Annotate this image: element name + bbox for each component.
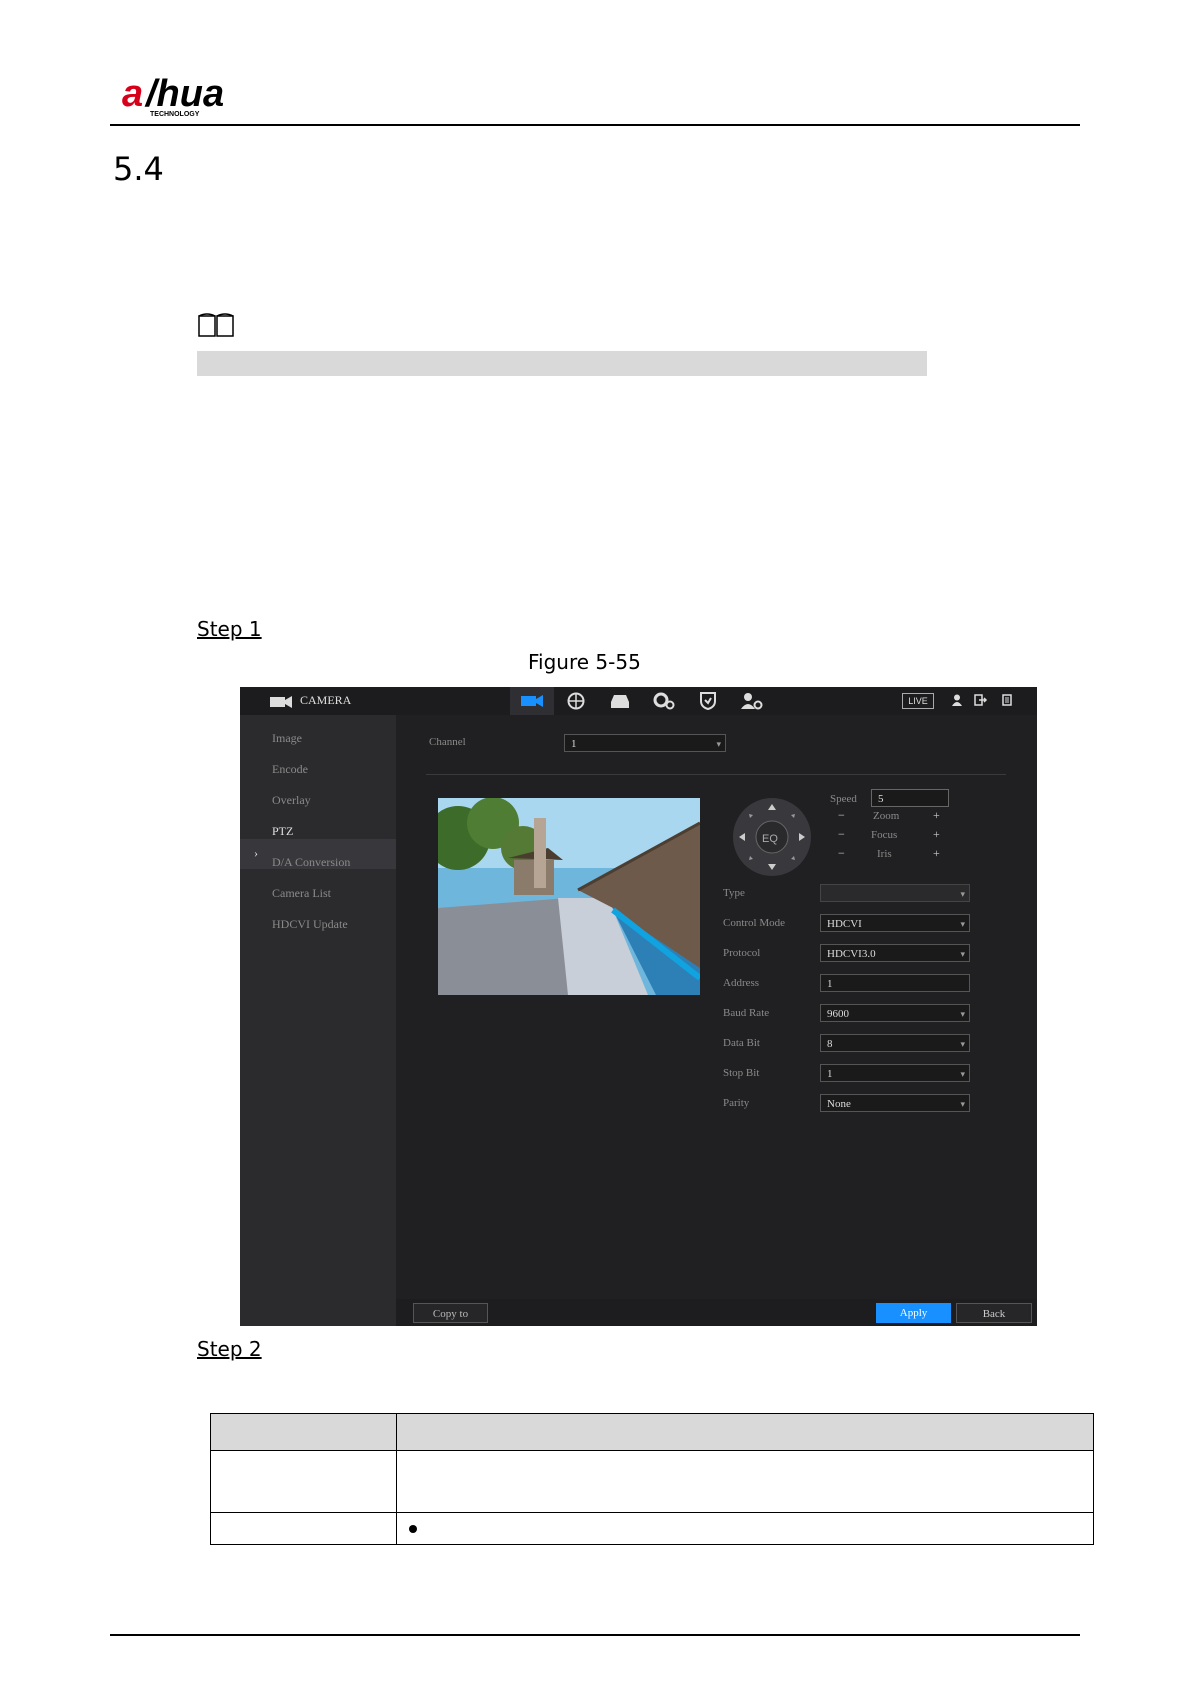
- user-icon[interactable]: [952, 694, 962, 706]
- baud-rate-label: Baud Rate: [723, 1007, 770, 1019]
- focus-minus-button[interactable]: −: [838, 827, 845, 842]
- address-input[interactable]: 1: [820, 974, 970, 992]
- camera-icon[interactable]: [510, 687, 554, 715]
- step-1-label: Step 1: [197, 617, 262, 641]
- control-mode-label: Control Mode: [723, 917, 786, 929]
- protocol-label: Protocol: [723, 947, 761, 959]
- table-header-row: [210, 1413, 1094, 1451]
- focus-label: Focus: [871, 829, 898, 841]
- live-button[interactable]: LIVE: [902, 693, 934, 709]
- table-header-cell: [210, 1413, 397, 1451]
- speed-input[interactable]: 5: [871, 789, 949, 807]
- address-label: Address: [723, 977, 760, 989]
- footer-rule: [110, 1634, 1080, 1636]
- sidebar-item-ptz[interactable]: PTZ: [272, 824, 293, 839]
- table-row: [210, 1450, 1094, 1513]
- parameter-table: [210, 1413, 1094, 1545]
- svg-text:a: a: [122, 73, 143, 115]
- sidebar-item-encode[interactable]: Encode: [272, 762, 308, 777]
- channel-label: Channel: [429, 736, 466, 748]
- parity-label: Parity: [723, 1097, 750, 1109]
- sidebar-item-overlay[interactable]: Overlay: [272, 793, 311, 808]
- window-title: CAMERA: [300, 693, 352, 707]
- svg-text:TECHNOLOGY: TECHNOLOGY: [150, 111, 200, 118]
- bottom-bar: Copy to Apply Back: [396, 1299, 1037, 1326]
- stop-bit-select[interactable]: 1: [820, 1064, 970, 1083]
- sidebar-item-camera-list[interactable]: Camera List: [272, 886, 331, 901]
- network-icon[interactable]: [554, 687, 598, 715]
- protocol-select[interactable]: HDCVI3.0: [820, 944, 970, 963]
- parity-select[interactable]: None: [820, 1094, 970, 1113]
- zoom-plus-button[interactable]: +: [933, 808, 940, 823]
- speed-label: Speed: [830, 793, 857, 805]
- account-icon[interactable]: [730, 687, 774, 715]
- top-bar: CAMERA LIVE: [240, 687, 1037, 715]
- data-bit-select[interactable]: 8: [820, 1034, 970, 1053]
- section-number: 5.4: [113, 150, 164, 188]
- type-label: Type: [723, 887, 745, 899]
- bullet-icon: [409, 1524, 417, 1533]
- menu-icon[interactable]: [1002, 694, 1012, 706]
- zoom-minus-button[interactable]: −: [838, 808, 845, 823]
- note-highlight-bar: [197, 351, 927, 376]
- storage-icon[interactable]: [598, 687, 642, 715]
- table-cell: [396, 1512, 1094, 1545]
- system-icon[interactable]: [642, 687, 686, 715]
- ptz-content: Channel 1 EQ Speed 5 − Zoom + −: [396, 715, 1037, 1299]
- type-select: [820, 884, 970, 903]
- sidebar-item-da-conversion[interactable]: D/A Conversion: [272, 855, 350, 870]
- sidebar-item-hdcvi-update[interactable]: HDCVI Update: [272, 917, 348, 932]
- main-menu-icons: [510, 687, 774, 715]
- table-row: [210, 1512, 1094, 1545]
- ptz-settings-screenshot: CAMERA LIVE › Image Encode Overlay PTZ D…: [240, 687, 1037, 1326]
- zoom-label: Zoom: [873, 810, 900, 822]
- table-cell: [210, 1512, 397, 1545]
- header-rule: [110, 124, 1080, 126]
- camera-preview-image: [438, 798, 700, 995]
- ptz-direction-wheel[interactable]: EQ: [732, 797, 812, 877]
- sidebar: › Image Encode Overlay PTZ D/A Conversio…: [240, 715, 396, 1326]
- top-right-icons: [952, 694, 1012, 706]
- channel-select[interactable]: 1: [564, 734, 726, 753]
- stop-bit-label: Stop Bit: [723, 1067, 760, 1079]
- iris-minus-button[interactable]: −: [838, 846, 845, 861]
- step-2-label: Step 2: [197, 1337, 262, 1361]
- figure-caption: Figure 5-55: [528, 650, 641, 674]
- dahua-logo: a /hua TECHNOLOGY: [122, 73, 224, 118]
- data-bit-label: Data Bit: [723, 1037, 760, 1049]
- security-icon[interactable]: [686, 687, 730, 715]
- svg-text:/hua: /hua: [144, 73, 224, 115]
- logout-icon[interactable]: [974, 694, 990, 706]
- sidebar-item-image[interactable]: Image: [272, 731, 302, 746]
- camera-title-icon: [270, 696, 292, 708]
- focus-plus-button[interactable]: +: [933, 827, 940, 842]
- iris-plus-button[interactable]: +: [933, 846, 940, 861]
- control-mode-select[interactable]: HDCVI: [820, 914, 970, 933]
- back-button[interactable]: Back: [956, 1303, 1032, 1323]
- note-book-icon: [198, 313, 234, 337]
- apply-button[interactable]: Apply: [876, 1303, 951, 1323]
- table-header-cell: [396, 1413, 1094, 1451]
- svg-text:EQ: EQ: [762, 833, 778, 845]
- copy-to-button[interactable]: Copy to: [413, 1303, 488, 1323]
- baud-rate-select[interactable]: 9600: [820, 1004, 970, 1023]
- table-cell: [396, 1450, 1094, 1513]
- divider: [426, 774, 1006, 775]
- chevron-right-icon: ›: [254, 846, 258, 860]
- iris-label: Iris: [877, 848, 892, 860]
- table-cell: [210, 1450, 397, 1513]
